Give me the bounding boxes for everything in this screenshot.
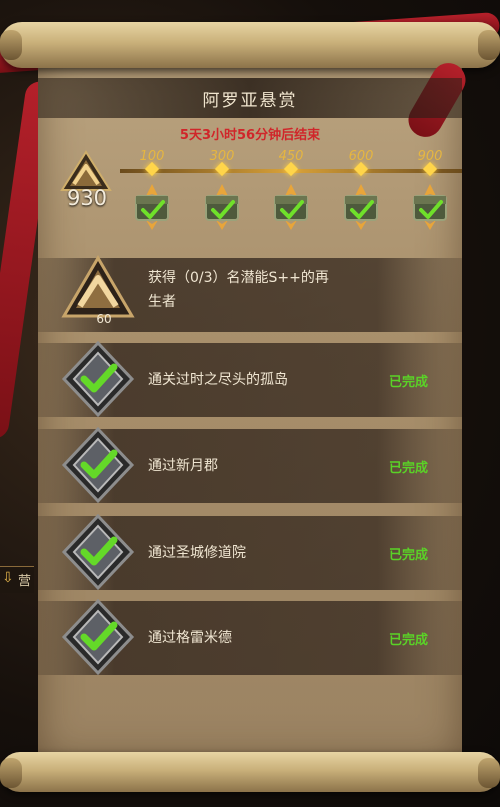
milestone-reward-chest[interactable] bbox=[408, 182, 452, 236]
task-status-completed: 已完成 bbox=[388, 461, 428, 476]
arrow-down-icon: ⇩ bbox=[2, 570, 14, 586]
milestone-reward-chest[interactable] bbox=[269, 182, 313, 236]
task-description-line2: 生者 bbox=[148, 294, 176, 310]
task-description: 通关过时之尽头的孤岛 bbox=[148, 368, 288, 392]
bounty-task-row[interactable]: 通关过时之尽头的孤岛 已完成 bbox=[38, 340, 462, 418]
roll-end-right bbox=[478, 758, 500, 788]
milestone-reward-chest[interactable] bbox=[130, 182, 174, 236]
side-menu-fragment[interactable]: ⇩ 营 bbox=[0, 566, 34, 593]
bounty-task-row[interactable]: 60 获得（0/3）名潜能S++的再 生者 bbox=[38, 255, 462, 332]
task-status-completed: 已完成 bbox=[388, 548, 428, 563]
task-description: 通过格雷米德 bbox=[148, 626, 232, 650]
event-timer: 5天3小时56分钟后结束 bbox=[179, 128, 321, 143]
task-description-line1: 通过新月郡 bbox=[148, 458, 218, 474]
roll-end-left bbox=[0, 30, 22, 60]
completed-check-icon bbox=[61, 426, 135, 504]
chest-icon bbox=[205, 184, 239, 230]
chest-icon bbox=[413, 184, 447, 230]
completed-check-icon bbox=[61, 513, 135, 591]
task-status-completed: 已完成 bbox=[388, 375, 428, 390]
chest-icon bbox=[274, 184, 308, 230]
completed-check-icon bbox=[61, 598, 135, 676]
milestone-reward-chest[interactable] bbox=[339, 182, 383, 236]
completed-check-icon bbox=[61, 340, 135, 418]
page-title: 阿罗亚悬赏 bbox=[202, 90, 298, 111]
bounty-task-row[interactable]: 通过新月郡 已完成 bbox=[38, 426, 462, 504]
task-description: 通过新月郡 bbox=[148, 454, 218, 478]
task-description-line1: 通过格雷米德 bbox=[148, 630, 232, 646]
task-description-line1: 通关过时之尽头的孤岛 bbox=[148, 372, 288, 388]
task-description-line1: 通过圣城修道院 bbox=[148, 545, 246, 561]
bounty-task-row[interactable]: 通过圣城修道院 已完成 bbox=[38, 513, 462, 591]
task-description-line1: 获得（0/3）名潜能S++的再 bbox=[148, 270, 329, 286]
roll-end-left bbox=[0, 758, 22, 788]
side-menu-label: 营 bbox=[18, 574, 32, 589]
chest-icon bbox=[344, 184, 378, 230]
task-description: 获得（0/3）名潜能S++的再 生者 bbox=[148, 266, 329, 314]
task-description: 通过圣城修道院 bbox=[148, 541, 246, 565]
bounty-task-row[interactable]: 通过格雷米德 已完成 bbox=[38, 598, 462, 676]
milestone-reward-chest[interactable] bbox=[200, 182, 244, 236]
chest-icon bbox=[135, 184, 169, 230]
title-bar: 阿罗亚悬赏 bbox=[38, 78, 462, 118]
task-status-completed: 已完成 bbox=[388, 633, 428, 648]
scroll-bottom-roll bbox=[0, 752, 500, 792]
reward-points-count: 60 bbox=[96, 312, 112, 326]
scroll-top-roll bbox=[0, 22, 500, 68]
bounty-points-value: 930 bbox=[66, 186, 108, 210]
roll-end-right bbox=[478, 30, 500, 60]
